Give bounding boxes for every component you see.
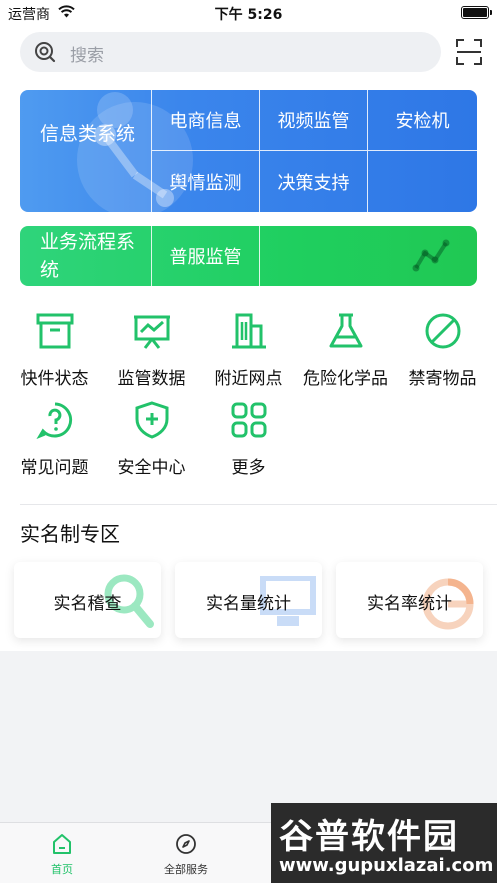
func-supervision-data[interactable]: 监管数据 — [103, 312, 200, 392]
business-system-title: 业务流程系统 — [40, 231, 136, 281]
func-label: 禁寄物品 — [408, 369, 477, 389]
scan-icon[interactable] — [456, 39, 482, 65]
func-security-center[interactable]: 安全中心 — [103, 401, 200, 481]
tab-label: 首页 — [51, 863, 73, 876]
func-label: 常见问题 — [20, 458, 89, 478]
watermark-logo: 谷普软件园 www.gupuxlazai.com — [271, 803, 497, 883]
trend-line-icon — [412, 239, 450, 272]
func-label: 更多 — [231, 458, 266, 478]
battery-icon — [461, 6, 492, 19]
security-scanner-button[interactable]: 安检机 — [367, 90, 477, 151]
card-label: 实名稽查 — [53, 594, 122, 614]
func-nearby-outlets[interactable]: 附近网点 — [200, 312, 297, 392]
grid-more-icon — [231, 402, 267, 438]
compass-icon — [176, 834, 196, 854]
func-label: 危险化学品 — [303, 369, 388, 389]
func-more[interactable]: 更多 — [200, 401, 297, 481]
info-system-card: 信息类系统 电商信息 视频监管 安检机 舆情监测 决策支持 — [20, 90, 477, 212]
func-parcel-status[interactable]: 快件状态 — [6, 312, 103, 392]
real-name-volume-card[interactable]: 实名量统计 — [175, 562, 322, 638]
shield-plus-icon — [135, 401, 169, 439]
func-faq[interactable]: 常见问题 — [6, 401, 103, 481]
section-divider — [20, 504, 497, 505]
status-bar: 运营商 下午 5:26 — [0, 0, 497, 24]
clock: 下午 5:26 — [214, 7, 283, 23]
card-label: 实名量统计 — [206, 594, 291, 614]
tab-all-services[interactable]: 全部服务 — [124, 823, 248, 883]
home-icon — [53, 834, 71, 854]
search-input[interactable]: 搜索 — [20, 32, 441, 72]
decision-support-button[interactable]: 决策支持 — [259, 151, 367, 212]
tab-label: 全部服务 — [164, 863, 208, 876]
archive-box-icon — [36, 313, 74, 349]
func-label: 监管数据 — [117, 369, 186, 389]
tab-home[interactable]: 首页 — [0, 823, 124, 883]
watermark-title: 谷普软件园 — [279, 817, 459, 857]
prohibited-icon — [425, 313, 461, 349]
func-prohibited-items[interactable]: 禁寄物品 — [394, 312, 491, 392]
func-label: 快件状态 — [20, 369, 89, 389]
public-opinion-button[interactable]: 舆情监测 — [151, 151, 259, 212]
card-label: 实名率统计 — [367, 594, 452, 614]
search-placeholder: 搜索 — [70, 46, 104, 66]
func-label: 安全中心 — [117, 458, 186, 478]
building-icon — [232, 313, 266, 349]
card-divider — [259, 226, 260, 286]
real-name-section-title: 实名制专区 — [20, 522, 120, 546]
ecommerce-info-button[interactable]: 电商信息 — [151, 90, 259, 151]
flask-icon — [329, 313, 363, 348]
empty-cell — [367, 151, 477, 212]
info-system-title: 信息类系统 — [40, 123, 136, 145]
question-icon — [36, 402, 73, 439]
business-system-card: 业务流程系统 普服监管 — [20, 226, 477, 286]
search-icon — [35, 42, 56, 63]
watermark-url: www.gupuxlazai.com — [279, 855, 494, 876]
real-name-audit-card[interactable]: 实名稽查 — [14, 562, 161, 638]
real-name-rate-card[interactable]: 实名率统计 — [336, 562, 483, 638]
func-label: 附近网点 — [214, 369, 283, 389]
video-supervision-button[interactable]: 视频监管 — [259, 90, 367, 151]
chart-board-icon — [134, 315, 170, 349]
universal-service-button[interactable]: 普服监管 — [151, 226, 259, 286]
func-hazardous-chemicals[interactable]: 危险化学品 — [297, 312, 394, 392]
